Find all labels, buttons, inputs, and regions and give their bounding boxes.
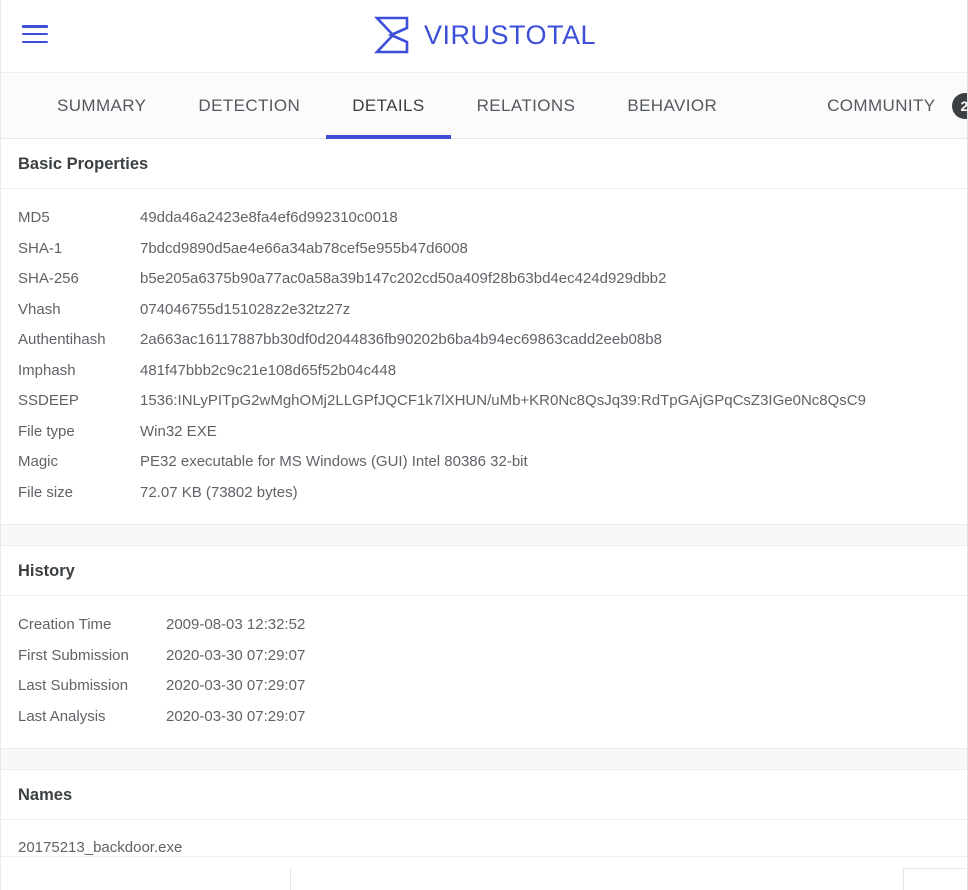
row-key: File size [18, 483, 74, 501]
table-row: File size 72.07 KB (73802 bytes) [18, 478, 950, 509]
row-value: 2020-03-30 07:29:07 [166, 677, 306, 694]
row-key: Imphash [18, 361, 76, 379]
tab-behavior-label: BEHAVIOR [627, 95, 718, 115]
tab-summary[interactable]: SUMMARY [31, 73, 172, 139]
signature-info-partial-row [1, 856, 967, 890]
table-row: SSDEEP 1536:INLyPITpG2wMghOMj2LLGPfJQCF1… [18, 386, 950, 417]
row-value: 481f47bbb2c9c21e108d65f52b04c448 [140, 361, 397, 379]
brand-logo-link[interactable]: VIRUSTOTAL [1, 14, 967, 56]
table-row: SHA-1 7bdcd9890d5ae4e66a34ab78cef5e955b4… [18, 234, 950, 265]
row-value: 2a663ac16117887bb30df0d2044836fb90202b6b… [140, 331, 662, 348]
row-value: 49dda46a2423e8fa4ef6d992310c0018 [140, 209, 398, 226]
row-value: 074046755d151028z2e32tz27z [140, 300, 351, 318]
history-heading: History [1, 546, 967, 596]
table-row: Magic PE32 executable for MS Windows (GU… [18, 447, 950, 478]
table-row: Creation Time 2009-08-03 12:32:52 [18, 610, 950, 641]
brand-name: VIRUSTOTAL [423, 19, 597, 50]
table-row: Imphash 481f47bbb2c9c21e108d65f52b04c448 [18, 356, 950, 387]
table-row: Authentihash 2a663ac16117887bb30df0d2044… [18, 325, 950, 356]
row-value: 7bdcd9890d5ae4e66a34ab78cef5e955b47d6008 [140, 239, 468, 257]
row-key: Last Analysis [18, 707, 106, 725]
virustotal-sigma-logo-icon [373, 16, 409, 54]
main-tab-bar: SUMMARY DETECTION DETAILS RELATIONS BEHA… [1, 73, 967, 139]
basic-properties-body: MD5 49dda46a2423e8fa4ef6d992310c0018 SHA… [1, 189, 967, 524]
row-key: SHA-1 [18, 239, 63, 257]
history-table: Creation Time 2009-08-03 12:32:52 First … [18, 610, 950, 732]
tab-relations-label: RELATIONS [476, 95, 576, 115]
section-divider-band [1, 748, 967, 770]
column-divider [290, 868, 291, 890]
table-row: MD5 49dda46a2423e8fa4ef6d992310c0018 [18, 203, 950, 234]
tab-details[interactable]: DETAILS [326, 73, 452, 139]
row-key: SHA-256 [18, 270, 79, 287]
row-value: PE32 executable for MS Windows (GUI) Int… [140, 453, 528, 470]
row-value: 1536:INLyPITpG2wMghOMj2LLGPfJQCF1k7lXHUN… [140, 392, 866, 409]
table-row: SHA-256 b5e205a6375b90a77ac0a58a39b147c2… [18, 264, 950, 295]
row-key: Authentihash [18, 331, 106, 348]
row-key: File type [18, 422, 75, 440]
table-row: Last Analysis 2020-03-30 07:29:07 [18, 702, 950, 733]
row-key: Creation Time [18, 616, 112, 633]
site-header: VIRUSTOTAL [1, 0, 967, 73]
table-row: Last Submission 2020-03-30 07:29:07 [18, 671, 950, 702]
tab-summary-label: SUMMARY [57, 95, 147, 115]
table-row: File type Win32 EXE [18, 417, 950, 448]
row-key: First Submission [18, 646, 129, 664]
section-divider-band [1, 524, 967, 546]
table-row: First Submission 2020-03-30 07:29:07 [18, 641, 950, 672]
row-value: 72.07 KB (73802 bytes) [140, 483, 298, 501]
row-key: Last Submission [18, 677, 129, 694]
row-key: Vhash [18, 300, 61, 318]
row-key: MD5 [18, 209, 50, 226]
tab-details-label: DETAILS [352, 95, 425, 115]
row-value: 2020-03-30 07:29:07 [166, 707, 306, 725]
virustotal-details-page: VIRUSTOTAL SUMMARY DETECTION DETAILS REL… [0, 0, 968, 890]
right-cell-edge [903, 868, 965, 890]
row-value: 2009-08-03 12:32:52 [166, 616, 306, 633]
tab-community-label: COMMUNITY [827, 95, 936, 115]
row-value: 2020-03-30 07:29:07 [166, 646, 306, 664]
history-body: Creation Time 2009-08-03 12:32:52 First … [1, 596, 967, 748]
community-count-badge: 2 [951, 92, 967, 119]
row-key: SSDEEP [18, 392, 79, 409]
basic-properties-table: MD5 49dda46a2423e8fa4ef6d992310c0018 SHA… [18, 203, 950, 508]
tab-community[interactable]: COMMUNITY 2 [801, 73, 967, 139]
tab-detection-label: DETECTION [198, 95, 301, 115]
names-heading: Names [1, 770, 967, 820]
row-value: b5e205a6375b90a77ac0a58a39b147c202cd50a4… [140, 270, 667, 287]
tab-detection[interactable]: DETECTION [172, 73, 326, 139]
basic-properties-heading: Basic Properties [1, 139, 967, 189]
row-key: Magic [18, 453, 59, 470]
tab-behavior[interactable]: BEHAVIOR [601, 73, 743, 139]
table-row: Vhash 074046755d151028z2e32tz27z [18, 295, 950, 326]
row-value: Win32 EXE [140, 422, 217, 440]
tab-relations[interactable]: RELATIONS [451, 73, 602, 139]
